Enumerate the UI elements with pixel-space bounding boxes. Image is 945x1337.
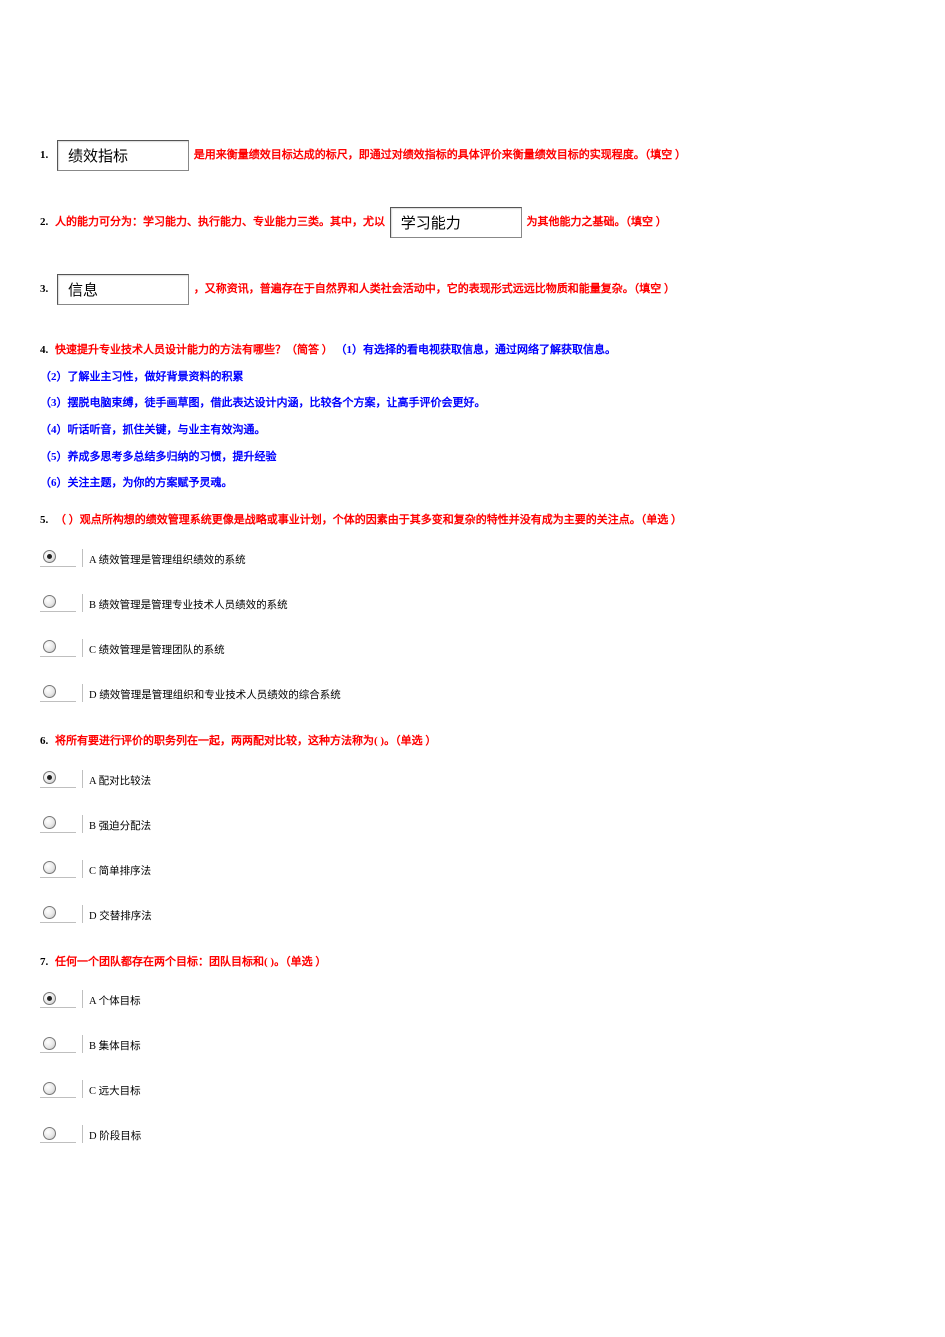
q6-option-c[interactable]: C 简单排序法 bbox=[40, 859, 905, 878]
question-1: 1. 绩效指标 是用来衡量绩效目标达成的标尺，即通过对绩效指标的具体评价来衡量绩… bbox=[40, 140, 905, 171]
radio-icon[interactable] bbox=[43, 1127, 56, 1140]
option-label: C 绩效管理是管理团队的系统 bbox=[89, 642, 225, 657]
q1-blank-input[interactable]: 绩效指标 bbox=[57, 140, 189, 171]
separator-icon bbox=[82, 990, 83, 1008]
separator-icon bbox=[82, 639, 83, 657]
q4-answer-3: （3）摆脱电脑束缚，徒手画草图，借此表达设计内涵，比较各个方案，让高手评价会更好… bbox=[40, 394, 905, 413]
option-label: A 配对比较法 bbox=[89, 773, 151, 788]
q4-answer-5: （5）养成多思考多总结多归纳的习惯，提升经验 bbox=[40, 448, 905, 467]
q5-stem: （ ）观点所构想的绩效管理系统更像是战略或事业计划，个体的因素由于其多变和复杂的… bbox=[55, 514, 682, 526]
radio-icon[interactable] bbox=[43, 1082, 56, 1095]
q4-answer-1: （1）有选择的看电视获取信息，通过网络了解获取信息。 bbox=[336, 344, 617, 356]
separator-icon bbox=[82, 770, 83, 788]
q6-option-b[interactable]: B 强迫分配法 bbox=[40, 814, 905, 833]
q2-blank-input[interactable]: 学习能力 bbox=[390, 207, 522, 238]
q6-stem: 将所有要进行评价的职务列在一起，两两配对比较，这种方法称为( )。（单选 ） bbox=[55, 735, 436, 747]
radio-icon[interactable] bbox=[43, 685, 56, 698]
q7-stem: 任何一个团队都存在两个目标：团队目标和( )。（单选 ） bbox=[55, 956, 326, 968]
question-2: 2. 人的能力可分为：学习能力、执行能力、专业能力三类。其中，尤以 学习能力 为… bbox=[40, 207, 905, 238]
q6-option-d[interactable]: D 交替排序法 bbox=[40, 904, 905, 923]
q4-number: 4. bbox=[40, 344, 48, 356]
option-label: A 绩效管理是管理组织绩效的系统 bbox=[89, 552, 246, 567]
radio-icon[interactable] bbox=[43, 906, 56, 919]
q4-answer-4: （4）听话听音，抓住关键，与业主有效沟通。 bbox=[40, 421, 905, 440]
option-label: B 强迫分配法 bbox=[89, 818, 151, 833]
q5-option-d[interactable]: D 绩效管理是管理组织和专业技术人员绩效的综合系统 bbox=[40, 683, 905, 702]
q7-option-c[interactable]: C 远大目标 bbox=[40, 1079, 905, 1098]
radio-icon[interactable] bbox=[43, 771, 56, 784]
option-label: B 集体目标 bbox=[89, 1038, 141, 1053]
separator-icon bbox=[82, 1035, 83, 1053]
radio-icon[interactable] bbox=[43, 1037, 56, 1050]
separator-icon bbox=[82, 1125, 83, 1143]
q5-option-b[interactable]: B 绩效管理是管理专业技术人员绩效的系统 bbox=[40, 593, 905, 612]
separator-icon bbox=[82, 815, 83, 833]
option-label: D 交替排序法 bbox=[89, 908, 152, 923]
radio-icon[interactable] bbox=[43, 595, 56, 608]
radio-icon[interactable] bbox=[43, 550, 56, 563]
q7-option-a[interactable]: A 个体目标 bbox=[40, 989, 905, 1008]
radio-icon[interactable] bbox=[43, 640, 56, 653]
q2-number: 2. bbox=[40, 216, 48, 228]
q7-option-b[interactable]: B 集体目标 bbox=[40, 1034, 905, 1053]
q3-stem: ，又称资讯，普遍存在于自然界和人类社会活动中，它的表现形式远远比物质和能量复杂。… bbox=[194, 283, 675, 295]
q5-option-c[interactable]: C 绩效管理是管理团队的系统 bbox=[40, 638, 905, 657]
q1-stem: 是用来衡量绩效目标达成的标尺，即通过对绩效指标的具体评价来衡量绩效目标的实现程度… bbox=[194, 149, 686, 161]
option-label: B 绩效管理是管理专业技术人员绩效的系统 bbox=[89, 597, 288, 612]
separator-icon bbox=[82, 549, 83, 567]
separator-icon bbox=[82, 1080, 83, 1098]
separator-icon bbox=[82, 684, 83, 702]
question-7: 7. 任何一个团队都存在两个目标：团队目标和( )。（单选 ） A 个体目标 B… bbox=[40, 953, 905, 1144]
option-label: D 阶段目标 bbox=[89, 1128, 141, 1143]
q5-number: 5. bbox=[40, 514, 48, 526]
radio-icon[interactable] bbox=[43, 816, 56, 829]
q7-option-d[interactable]: D 阶段目标 bbox=[40, 1124, 905, 1143]
q4-stem: 快速提升专业技术人员设计能力的方法有哪些？（简答 ） bbox=[55, 344, 333, 356]
q5-option-a[interactable]: A 绩效管理是管理组织绩效的系统 bbox=[40, 548, 905, 567]
option-label: C 简单排序法 bbox=[89, 863, 151, 878]
q2-stem-pre: 人的能力可分为：学习能力、执行能力、专业能力三类。其中，尤以 bbox=[55, 216, 385, 228]
q4-answer-2: （2）了解业主习性，做好背景资料的积累 bbox=[40, 368, 905, 387]
q7-number: 7. bbox=[40, 956, 48, 968]
q2-stem-post: 为其他能力之基础。（填空 ） bbox=[527, 216, 667, 228]
separator-icon bbox=[82, 594, 83, 612]
option-label: D 绩效管理是管理组织和专业技术人员绩效的综合系统 bbox=[89, 687, 341, 702]
exam-page: 1. 绩效指标 是用来衡量绩效目标达成的标尺，即通过对绩效指标的具体评价来衡量绩… bbox=[0, 0, 945, 1213]
option-label: A 个体目标 bbox=[89, 993, 141, 1008]
question-6: 6. 将所有要进行评价的职务列在一起，两两配对比较，这种方法称为( )。（单选 … bbox=[40, 732, 905, 923]
q4-answer-6: （6）关注主题，为你的方案赋予灵魂。 bbox=[40, 474, 905, 493]
q3-number: 3. bbox=[40, 283, 48, 295]
question-4: 4. 快速提升专业技术人员设计能力的方法有哪些？（简答 ） （1）有选择的看电视… bbox=[40, 341, 905, 493]
radio-icon[interactable] bbox=[43, 861, 56, 874]
q6-option-a[interactable]: A 配对比较法 bbox=[40, 769, 905, 788]
option-label: C 远大目标 bbox=[89, 1083, 141, 1098]
q6-number: 6. bbox=[40, 735, 48, 747]
separator-icon bbox=[82, 860, 83, 878]
question-3: 3. 信息 ，又称资讯，普遍存在于自然界和人类社会活动中，它的表现形式远远比物质… bbox=[40, 274, 905, 305]
radio-icon[interactable] bbox=[43, 992, 56, 1005]
separator-icon bbox=[82, 905, 83, 923]
q3-blank-input[interactable]: 信息 bbox=[57, 274, 189, 305]
question-5: 5. （ ）观点所构想的绩效管理系统更像是战略或事业计划，个体的因素由于其多变和… bbox=[40, 511, 905, 702]
q1-number: 1. bbox=[40, 149, 48, 161]
